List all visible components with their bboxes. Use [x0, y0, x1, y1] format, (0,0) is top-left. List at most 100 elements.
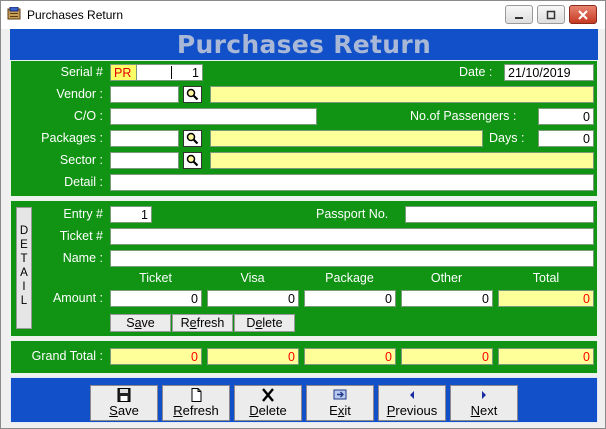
- packages-name-field[interactable]: [210, 130, 483, 147]
- page-icon: [191, 388, 202, 402]
- x-icon: [262, 388, 274, 402]
- close-icon: [578, 9, 588, 20]
- vendor-lookup-button[interactable]: [183, 86, 202, 103]
- detail-vertical-tab: D E T A I L: [16, 207, 32, 329]
- detail-refresh-label-1: R: [180, 316, 190, 330]
- detail-tab-letter: T: [20, 253, 28, 265]
- detail-refresh-label-3: fresh: [196, 316, 225, 330]
- refresh-label-2: efresh: [182, 403, 219, 418]
- amount-other-field[interactable]: 0: [401, 290, 493, 307]
- packages-lookup-button[interactable]: [183, 130, 202, 147]
- passengers-label: No.of Passengers :: [410, 109, 517, 123]
- window-title: Purchases Return: [27, 8, 124, 22]
- delete-label-1: D: [249, 403, 259, 418]
- date-field[interactable]: 21/10/2019: [504, 64, 594, 81]
- sector-label: Sector :: [59, 153, 103, 167]
- next-label-1: N: [470, 403, 481, 418]
- exit-button[interactable]: Exit: [306, 385, 374, 421]
- detail-delete-label-3: lete: [262, 316, 283, 330]
- passport-field[interactable]: [405, 206, 594, 223]
- exit-label-3: it: [344, 403, 351, 418]
- refresh-button[interactable]: Refresh: [162, 385, 230, 421]
- header-band: Purchases Return: [10, 29, 598, 60]
- detail-tab-letter: I: [22, 281, 26, 293]
- delete-button[interactable]: Delete: [234, 385, 302, 421]
- page-title: Purchases Return: [176, 30, 432, 59]
- refresh-label-1: R: [173, 403, 183, 418]
- detail-tab-letter: L: [20, 295, 28, 307]
- packages-label: Packages :: [41, 131, 103, 145]
- detail-tab-letter: E: [20, 239, 28, 251]
- detail-tab-letter: D: [19, 225, 29, 237]
- grand-total-package: 0: [304, 348, 396, 365]
- detail-refresh-label-2: e: [189, 316, 197, 330]
- sector-name-field[interactable]: [210, 152, 594, 169]
- detail-label: Detail :: [64, 175, 103, 189]
- search-icon: [186, 132, 199, 145]
- serial-prefix-field[interactable]: PR: [110, 64, 137, 81]
- maximize-icon: [546, 10, 556, 19]
- detail-save-label-3: ve: [141, 316, 155, 330]
- master-form-panel: Serial # PR 1 Date : 21/10/2019 Vendor :…: [10, 60, 598, 197]
- detail-field[interactable]: [110, 174, 594, 191]
- search-icon: [186, 154, 199, 167]
- close-button[interactable]: [569, 5, 597, 24]
- sector-code-field[interactable]: [110, 152, 179, 169]
- detail-save-label-2: a: [134, 316, 142, 330]
- delete-label-2: elete: [258, 403, 287, 418]
- vendor-label: Vendor :: [56, 87, 103, 101]
- detail-entry-panel: D E T A I L Entry # 1 Passport No. Ticke…: [10, 200, 598, 337]
- maximize-button[interactable]: [537, 5, 565, 24]
- save-button[interactable]: Save: [90, 385, 158, 421]
- passengers-field[interactable]: 0: [538, 108, 594, 125]
- purchases-app-icon: [7, 6, 21, 21]
- co-label: C/O :: [73, 109, 103, 123]
- exit-icon: [333, 389, 347, 400]
- name-field[interactable]: [110, 250, 594, 267]
- vendor-code-field[interactable]: [110, 86, 179, 103]
- search-icon: [186, 88, 199, 101]
- serial-number-field[interactable]: 1: [136, 64, 203, 81]
- amount-visa-field[interactable]: 0: [207, 290, 299, 307]
- amount-ticket-field[interactable]: 0: [110, 290, 202, 307]
- grand-total-total: 0: [498, 348, 594, 365]
- days-field[interactable]: 0: [538, 130, 594, 147]
- detail-save-label-1: S: [126, 316, 135, 330]
- date-label: Date :: [459, 65, 493, 79]
- vendor-name-field[interactable]: [210, 86, 594, 103]
- title-bar: Purchases Return: [1, 1, 605, 29]
- minimize-icon: [515, 16, 523, 19]
- sector-lookup-button[interactable]: [183, 152, 202, 169]
- ticket-label: Ticket #: [59, 229, 103, 243]
- column-header-package: Package: [325, 271, 374, 285]
- entry-field[interactable]: 1: [110, 206, 152, 223]
- amount-label: Amount :: [52, 291, 103, 305]
- ticket-field[interactable]: [110, 228, 594, 245]
- save-label-1: S: [109, 403, 118, 418]
- name-label: Name :: [62, 251, 103, 265]
- minimize-button[interactable]: [505, 5, 533, 24]
- packages-code-field[interactable]: [110, 130, 179, 147]
- previous-label-2: revious: [395, 403, 438, 418]
- days-label: Days :: [489, 131, 525, 145]
- detail-delete-button[interactable]: De lete: [234, 314, 295, 332]
- detail-save-button[interactable]: Sa ve: [110, 314, 171, 332]
- amount-total-field: 0: [498, 290, 594, 307]
- arrow-left-icon: [410, 391, 414, 399]
- column-header-ticket: Ticket: [139, 271, 172, 285]
- detail-delete-label-2: e: [255, 316, 263, 330]
- next-button[interactable]: Next: [450, 385, 518, 421]
- column-header-total: Total: [532, 271, 560, 285]
- grand-total-panel: Grand Total : 0 0 0 0 0: [10, 340, 598, 374]
- co-field[interactable]: [110, 108, 317, 125]
- text-cursor: [171, 66, 172, 79]
- save-label-2: ave: [117, 403, 139, 418]
- detail-refresh-button[interactable]: Re fresh: [172, 314, 233, 332]
- column-header-visa: Visa: [240, 271, 265, 285]
- amount-package-field[interactable]: 0: [304, 290, 396, 307]
- column-header-other: Other: [430, 271, 463, 285]
- previous-button[interactable]: Previous: [378, 385, 446, 421]
- grand-total-ticket: 0: [110, 348, 202, 365]
- grand-total-label: Grand Total :: [31, 349, 103, 363]
- grand-total-visa: 0: [207, 348, 299, 365]
